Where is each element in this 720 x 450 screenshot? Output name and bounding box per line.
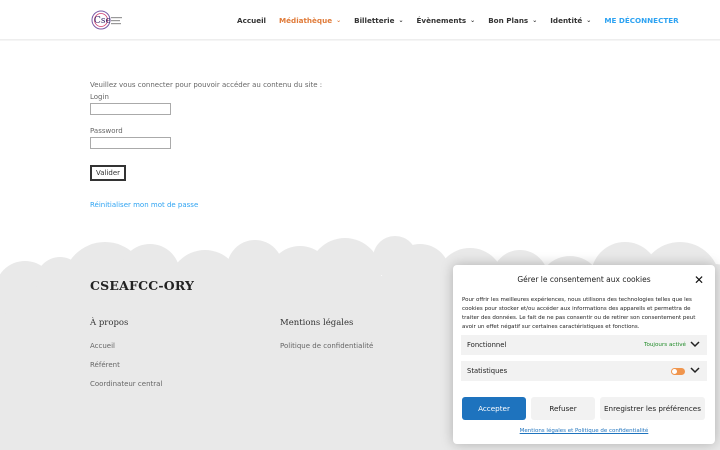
footer-link-privacy[interactable]: Politique de confidentialité xyxy=(280,342,373,350)
submit-button[interactable]: Valider xyxy=(90,165,127,181)
svg-text:Cse: Cse xyxy=(94,16,111,26)
statistics-toggle[interactable] xyxy=(671,368,685,375)
password-label: Password xyxy=(90,127,123,135)
footer-link-coordinateur[interactable]: Coordinateur central xyxy=(90,380,162,388)
refuse-button[interactable]: Refuser xyxy=(531,397,595,420)
footer-legal-title: Mentions légales xyxy=(280,318,354,328)
chevron-down-icon: ⌄ xyxy=(336,16,342,24)
nav-logout[interactable]: ME DÉCONNECTER xyxy=(604,16,678,25)
category-status: Toujours activé xyxy=(644,342,686,348)
site-logo[interactable]: Cse xyxy=(90,9,124,31)
chevron-down-icon: ⌄ xyxy=(586,16,592,24)
footer-brand: CSEAFCC-ORY xyxy=(90,278,195,293)
cookie-description: Pour offrir les meilleures expériences, … xyxy=(462,297,696,330)
footer-link-referent[interactable]: Référent xyxy=(90,361,120,369)
chevron-down-icon xyxy=(690,341,700,348)
login-form: Veuillez vous connecter pour pouvoir acc… xyxy=(90,81,322,211)
cookie-consent-dialog: Gérer le consentement aux cookies ✕ Pour… xyxy=(453,265,715,444)
nav-evenements[interactable]: Évènements ⌄ xyxy=(417,16,476,25)
accept-button[interactable]: Accepter xyxy=(462,397,526,420)
category-name: Fonctionnel xyxy=(467,341,507,349)
site-header: Cse Accueil Médiathèque ⌄ Billetterie ⌄ Év… xyxy=(0,0,720,40)
footer-about-title: À propos xyxy=(90,318,129,328)
chevron-down-icon xyxy=(690,367,700,374)
cookie-category-statistics[interactable]: Statistiques xyxy=(461,361,707,381)
reset-password-link[interactable]: Réinitialiser mon mot de passe xyxy=(90,201,198,209)
nav-accueil[interactable]: Accueil xyxy=(237,16,266,25)
nav-mediatheque[interactable]: Médiathèque ⌄ xyxy=(279,16,341,25)
login-label: Login xyxy=(90,93,109,101)
nav-bon-plans[interactable]: Bon Plans ⌄ xyxy=(488,16,537,25)
login-input[interactable] xyxy=(90,103,171,115)
chevron-down-icon: ⌄ xyxy=(398,16,404,24)
chevron-down-icon: ⌄ xyxy=(532,16,538,24)
cookie-category-functional[interactable]: Fonctionnel Toujours activé xyxy=(461,335,707,355)
cookie-legal-link[interactable]: Mentions légales et Politique de confide… xyxy=(453,428,715,434)
footer-link-accueil[interactable]: Accueil xyxy=(90,342,115,350)
main-nav: Accueil Médiathèque ⌄ Billetterie ⌄ Évènem… xyxy=(237,0,692,40)
chevron-down-icon: ⌄ xyxy=(470,16,476,24)
nav-identite[interactable]: Identité ⌄ xyxy=(550,16,591,25)
category-name: Statistiques xyxy=(467,367,508,375)
close-icon[interactable]: ✕ xyxy=(694,273,704,287)
cookie-title: Gérer le consentement aux cookies xyxy=(517,275,651,284)
login-intro: Veuillez vous connecter pour pouvoir acc… xyxy=(90,81,323,89)
password-input[interactable] xyxy=(90,137,171,149)
nav-billetterie[interactable]: Billetterie ⌄ xyxy=(354,16,403,25)
save-preferences-button[interactable]: Enregistrer les préférences xyxy=(600,397,705,420)
